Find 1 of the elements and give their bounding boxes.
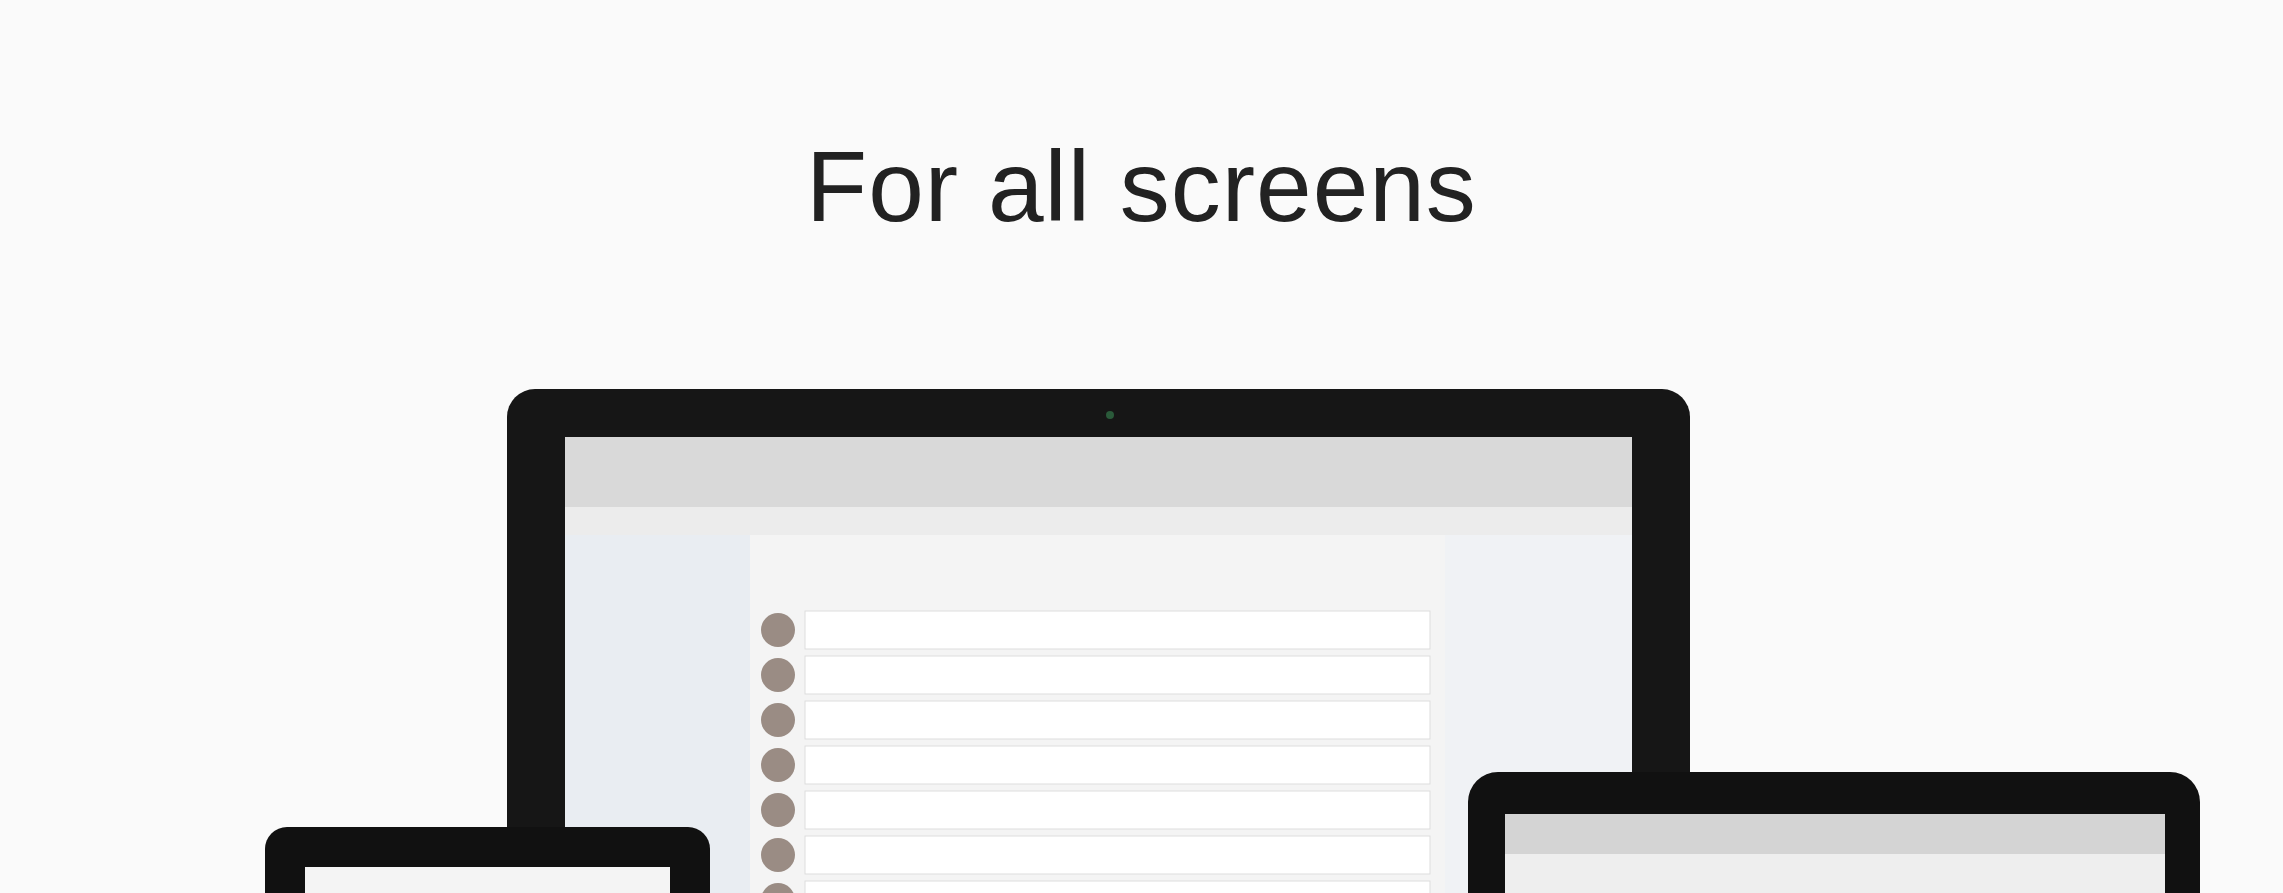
section-heading: For all screens: [806, 129, 1477, 244]
